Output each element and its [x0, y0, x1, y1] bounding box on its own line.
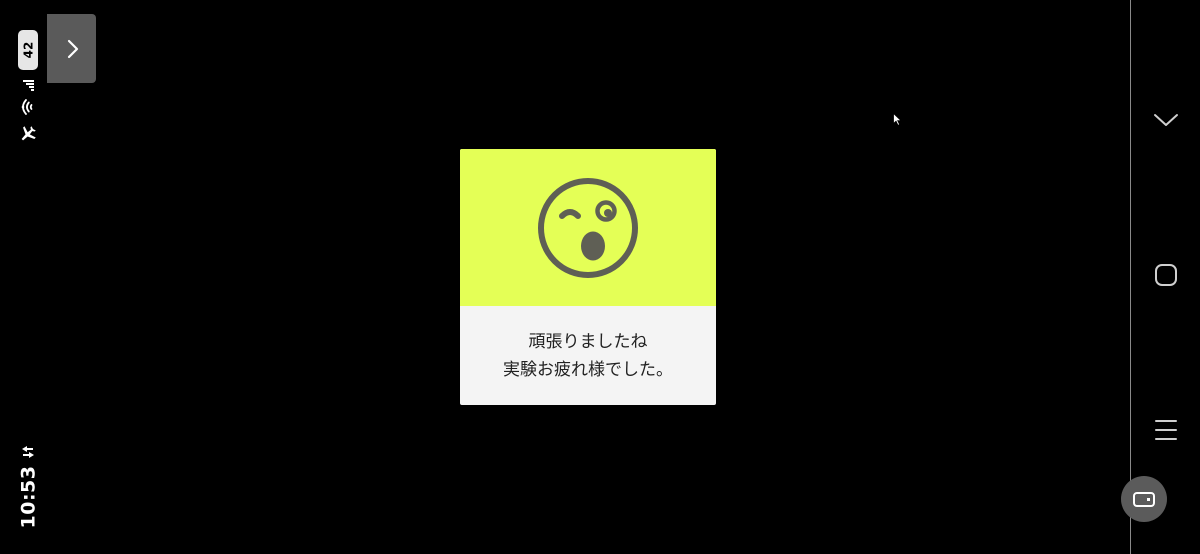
navigation-bar [1130, 0, 1200, 554]
battery-level: 42 [20, 41, 35, 59]
expand-panel-button[interactable] [47, 14, 96, 83]
wifi-icon [19, 98, 37, 116]
status-clock: 10:53 [12, 466, 44, 529]
menu-icon [1155, 420, 1177, 440]
clock-time: 10:53 [17, 465, 40, 529]
dialog-header [460, 149, 716, 306]
screen-rotate-icon [1133, 492, 1155, 507]
chevron-right-icon [67, 39, 78, 58]
mouse-cursor-icon [893, 113, 902, 126]
dialog-message-line2: 実験お疲れ様でした。 [503, 359, 673, 380]
home-icon [1155, 264, 1177, 286]
recent-apps-button[interactable] [1145, 409, 1187, 451]
hide-navigation-button[interactable] [1145, 98, 1187, 140]
dialog-message-line1: 頑張りましたね [528, 331, 648, 352]
wink-face-icon [538, 177, 638, 278]
rotate-screen-button[interactable] [1121, 476, 1167, 522]
completion-dialog: 頑張りましたね 実験お疲れ様でした。 [460, 149, 716, 405]
chevron-down-icon [1154, 114, 1178, 126]
airplane-icon [19, 125, 37, 143]
home-button[interactable] [1145, 254, 1187, 296]
dialog-message: 頑張りましたね 実験お疲れ様でした。 [460, 306, 716, 405]
data-transfer-icon [19, 443, 37, 461]
signal-icon [19, 76, 37, 94]
status-bar: 42 10:53 [0, 0, 48, 554]
battery-icon: 42 [18, 30, 38, 70]
device-screen: 42 10:53 頑張りましたね 実験お疲れ様でした。 [0, 0, 1200, 554]
